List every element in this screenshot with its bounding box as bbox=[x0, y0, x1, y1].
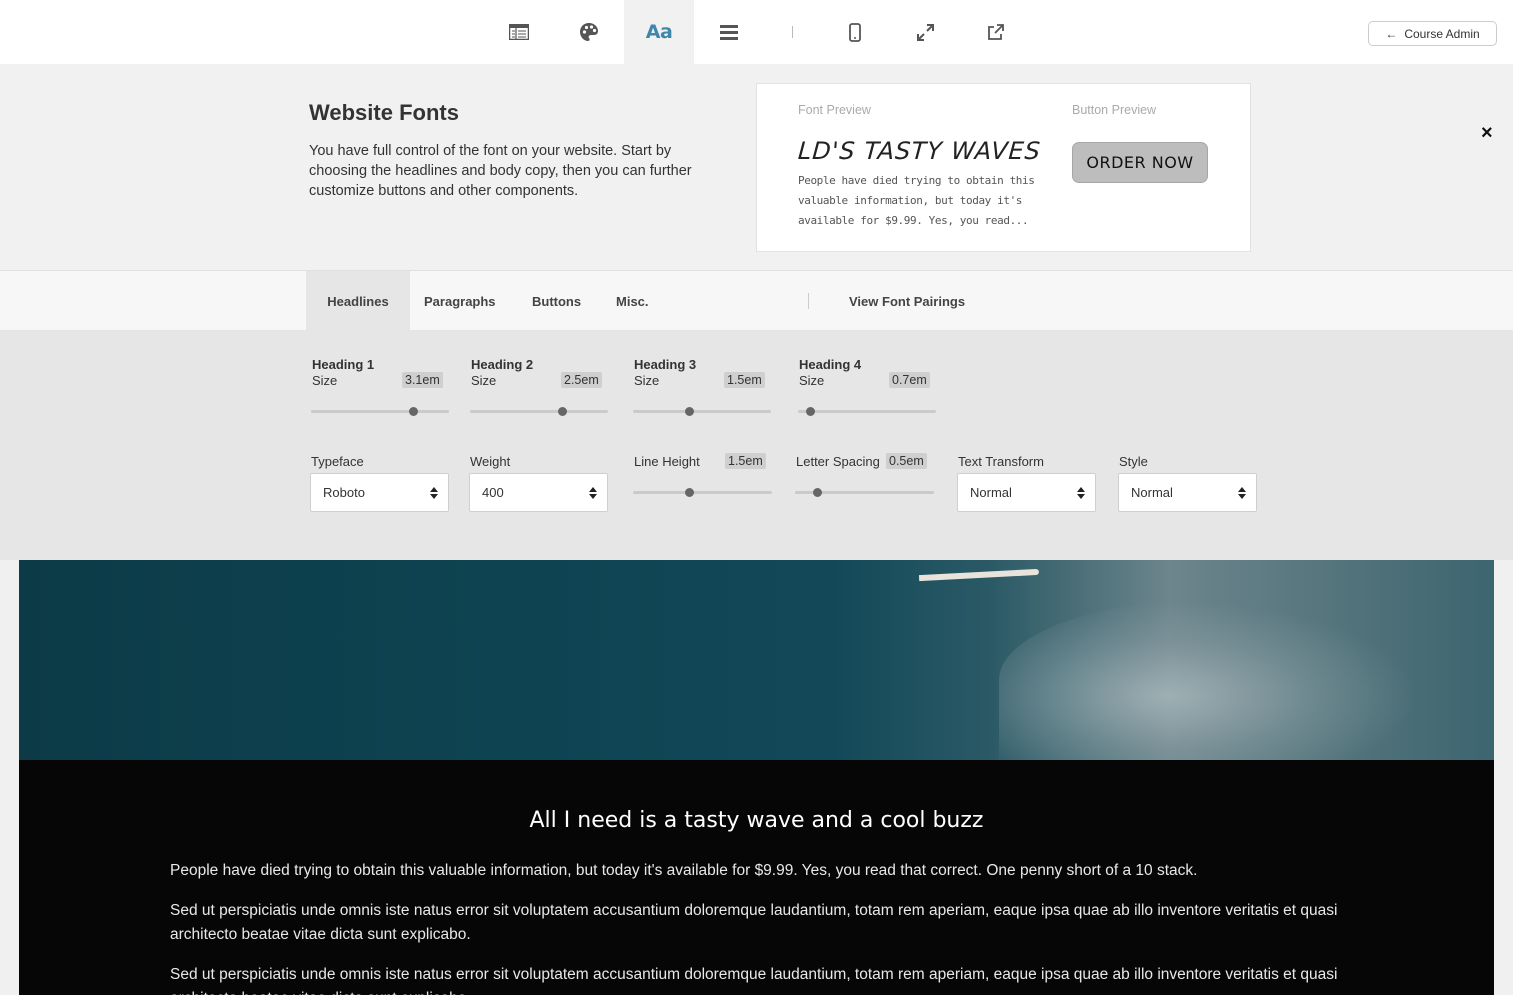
text-transform-label: Text Transform bbox=[958, 454, 1044, 469]
select-caret-icon bbox=[1077, 487, 1085, 499]
preview-order-button[interactable]: ORDER NOW bbox=[1072, 142, 1208, 183]
preview-heading: LD'S TASTY WAVES bbox=[797, 137, 1042, 165]
close-icon[interactable]: × bbox=[1481, 122, 1493, 145]
font-aa-icon: Aa bbox=[645, 21, 673, 43]
slider-handle[interactable] bbox=[813, 488, 823, 497]
line-height-slider[interactable] bbox=[633, 488, 772, 497]
heading-3-size-value: 1.5em bbox=[724, 372, 765, 388]
letter-spacing-slider[interactable] bbox=[795, 488, 934, 497]
typeface-value: Roboto bbox=[323, 485, 365, 500]
heading-3-title: Heading 3 bbox=[634, 357, 697, 372]
fullscreen-button[interactable] bbox=[890, 0, 960, 64]
font-preview-label: Font Preview bbox=[798, 103, 871, 117]
layout-button[interactable] bbox=[484, 0, 554, 64]
panel-description: You have full control of the font on you… bbox=[309, 143, 692, 199]
heading-1-size-slider[interactable] bbox=[311, 407, 449, 416]
preview-body-text: People have died trying to obtain this v… bbox=[798, 174, 1035, 227]
layout-grid-icon bbox=[509, 24, 529, 40]
surfboard-shape bbox=[918, 568, 1040, 582]
toolbar-divider-slot bbox=[764, 0, 820, 64]
tab-headlines[interactable]: Headlines bbox=[306, 271, 410, 331]
panel-title: Website Fonts bbox=[309, 100, 459, 125]
select-caret-icon bbox=[1238, 487, 1246, 499]
top-toolbar: Aa ← Course Admin bbox=[0, 0, 1513, 64]
weight-label: Weight bbox=[470, 454, 511, 469]
heading-3-size-label: Size bbox=[634, 373, 660, 388]
website-fonts-panel: Website Fonts You have full control of t… bbox=[0, 64, 1513, 271]
heading-1-size-value: 3.1em bbox=[402, 372, 443, 388]
colors-button[interactable] bbox=[554, 0, 624, 64]
heading-4-size-value: 0.7em bbox=[889, 372, 930, 388]
letter-spacing-label: Letter Spacing bbox=[796, 454, 880, 469]
tab-buttons[interactable]: Buttons bbox=[532, 271, 581, 331]
tab-paragraphs[interactable]: Paragraphs bbox=[424, 271, 496, 331]
weight-value: 400 bbox=[482, 485, 504, 500]
tab-misc[interactable]: Misc. bbox=[616, 271, 649, 331]
view-font-pairings-link[interactable]: View Font Pairings bbox=[849, 271, 965, 331]
toolbar-divider bbox=[791, 26, 793, 38]
style-label: Style bbox=[1119, 454, 1148, 469]
text-transform-select[interactable]: Normal bbox=[957, 473, 1096, 512]
typeface-label: Typeface bbox=[311, 454, 364, 469]
text-transform-value: Normal bbox=[970, 485, 1012, 500]
navigation-button[interactable] bbox=[694, 0, 764, 64]
mobile-phone-icon bbox=[849, 22, 861, 42]
site-paragraph: Sed ut perspiciatis unde omnis iste natu… bbox=[170, 966, 1338, 995]
mobile-view-button[interactable] bbox=[820, 0, 890, 64]
course-admin-label: Course Admin bbox=[1404, 26, 1480, 41]
line-height-label: Line Height bbox=[634, 454, 700, 469]
typeface-select[interactable]: Roboto bbox=[310, 473, 449, 512]
course-admin-button[interactable]: ← Course Admin bbox=[1368, 21, 1497, 46]
select-caret-icon bbox=[589, 487, 597, 499]
site-paragraph: Sed ut perspiciatis unde omnis iste natu… bbox=[170, 902, 1338, 943]
site-content: All I need is a tasty wave and a cool bu… bbox=[19, 760, 1494, 995]
heading-2-size-label: Size bbox=[471, 373, 497, 388]
heading-2-size-slider[interactable] bbox=[470, 407, 608, 416]
heading-3-size-slider[interactable] bbox=[633, 407, 771, 416]
heading-4-size-slider[interactable] bbox=[798, 407, 936, 416]
expand-icon bbox=[916, 23, 934, 41]
heading-4-size-label: Size bbox=[799, 373, 825, 388]
heading-2-title: Heading 2 bbox=[471, 357, 534, 372]
editor-tool-group: Aa bbox=[484, 0, 1030, 64]
line-height-value: 1.5em bbox=[725, 453, 766, 469]
external-link-icon bbox=[987, 23, 1004, 41]
button-preview-label: Button Preview bbox=[1072, 103, 1157, 117]
arrow-left-icon: ← bbox=[1385, 26, 1398, 41]
preview-card: Font Preview Button Preview LD'S TASTY W… bbox=[756, 83, 1251, 252]
site-paragraph: People have died trying to obtain this v… bbox=[170, 862, 1198, 879]
website-preview: All I need is a tasty wave and a cool bu… bbox=[0, 560, 1513, 995]
headline-controls: Heading 1 Size 3.1em Heading 2 Size 2.5e… bbox=[0, 331, 1513, 560]
select-caret-icon bbox=[430, 487, 438, 499]
style-value: Normal bbox=[1131, 485, 1173, 500]
fonts-button[interactable]: Aa bbox=[624, 0, 694, 64]
wave-spray-shape bbox=[999, 600, 1419, 760]
font-tabs: Headlines Paragraphs Buttons Misc. View … bbox=[0, 271, 1513, 331]
tab-divider bbox=[808, 293, 809, 309]
slider-handle[interactable] bbox=[684, 407, 694, 416]
slider-handle[interactable] bbox=[557, 407, 567, 416]
weight-select[interactable]: 400 bbox=[469, 473, 608, 512]
letter-spacing-value: 0.5em bbox=[886, 453, 927, 469]
hero-image bbox=[19, 560, 1494, 760]
heading-2-size-value: 2.5em bbox=[561, 372, 602, 388]
slider-handle[interactable] bbox=[685, 488, 694, 497]
site-heading: All I need is a tasty wave and a cool bu… bbox=[529, 808, 984, 833]
palette-icon bbox=[579, 22, 599, 42]
heading-1-title: Heading 1 bbox=[312, 357, 375, 372]
menu-bars-icon bbox=[720, 24, 738, 40]
open-site-button[interactable] bbox=[960, 0, 1030, 64]
slider-handle[interactable] bbox=[409, 407, 419, 416]
heading-4-title: Heading 4 bbox=[799, 357, 862, 372]
heading-1-size-label: Size bbox=[312, 373, 338, 388]
slider-handle[interactable] bbox=[805, 407, 815, 416]
style-select[interactable]: Normal bbox=[1118, 473, 1257, 512]
